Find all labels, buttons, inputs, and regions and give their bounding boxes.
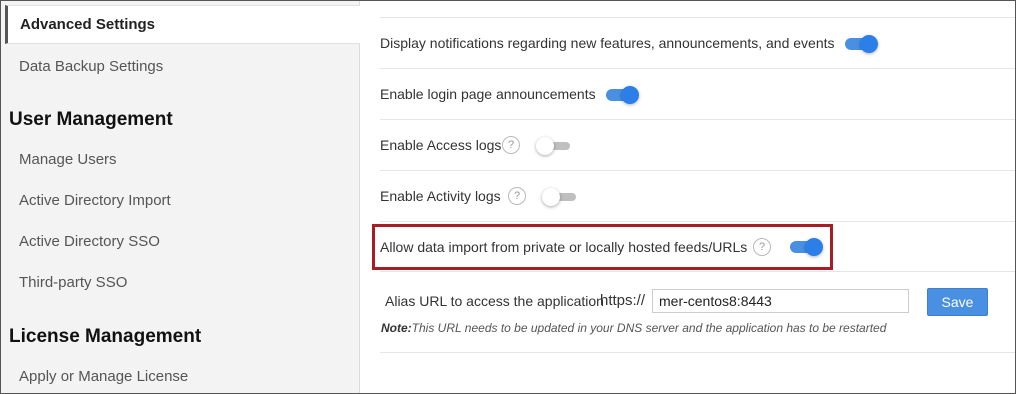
note-text: This URL needs to be updated in your DNS… xyxy=(411,321,887,335)
setting-label: Enable Activity logs xyxy=(380,188,501,204)
app-frame: Advanced Settings Data Backup Settings U… xyxy=(0,0,1016,394)
sidebar-item-active-directory-sso[interactable]: Active Directory SSO xyxy=(19,233,160,250)
help-icon[interactable]: ? xyxy=(508,187,526,205)
alias-url-prefix: https:// xyxy=(600,292,646,309)
activity-logs-toggle[interactable] xyxy=(542,188,576,206)
setting-label: Enable login page announcements xyxy=(380,86,596,102)
settings-row-login-announcements: Enable login page announcements xyxy=(380,69,1015,120)
settings-row-activity-logs: Enable Activity logs ? xyxy=(380,171,1015,222)
alias-url-label: Alias URL to access the application xyxy=(385,293,604,309)
sidebar-item-manage-users[interactable]: Manage Users xyxy=(19,151,117,168)
settings-row-notifications: Display notifications regarding new feat… xyxy=(380,18,1015,69)
login-announcements-toggle[interactable] xyxy=(606,86,639,104)
settings-row-top-divider xyxy=(380,1,1015,18)
sidebar: Advanced Settings Data Backup Settings U… xyxy=(1,1,360,393)
toggle-knob xyxy=(621,86,639,104)
settings-panel: Display notifications regarding new feat… xyxy=(361,1,1015,393)
access-logs-toggle[interactable] xyxy=(536,137,570,155)
sidebar-item-third-party-sso[interactable]: Third-party SSO xyxy=(19,274,127,291)
sidebar-item-advanced-settings[interactable]: Advanced Settings xyxy=(5,5,360,44)
note-prefix: Note: xyxy=(381,321,412,335)
sidebar-item-data-backup-settings[interactable]: Data Backup Settings xyxy=(19,58,163,75)
sidebar-item-active-directory-import[interactable]: Active Directory Import xyxy=(19,192,171,209)
setting-label: Enable Access logs xyxy=(380,137,502,153)
help-icon[interactable]: ? xyxy=(502,136,520,154)
notifications-toggle[interactable] xyxy=(845,35,878,53)
toggle-knob xyxy=(860,35,878,53)
alias-url-input[interactable] xyxy=(652,289,909,313)
setting-label: Display notifications regarding new feat… xyxy=(380,35,835,51)
alias-note: Note:This URL needs to be updated in you… xyxy=(381,321,886,335)
highlight-box xyxy=(372,224,833,270)
sidebar-item-apply-or-manage-license[interactable]: Apply or Manage License xyxy=(19,368,188,385)
settings-row-access-logs: Enable Access logs ? xyxy=(380,120,1015,171)
sidebar-heading-user-management: User Management xyxy=(9,109,173,130)
toggle-knob xyxy=(542,188,560,206)
save-button[interactable]: Save xyxy=(927,288,988,316)
toggle-knob xyxy=(536,137,554,155)
sidebar-heading-license-management: License Management xyxy=(9,326,202,347)
